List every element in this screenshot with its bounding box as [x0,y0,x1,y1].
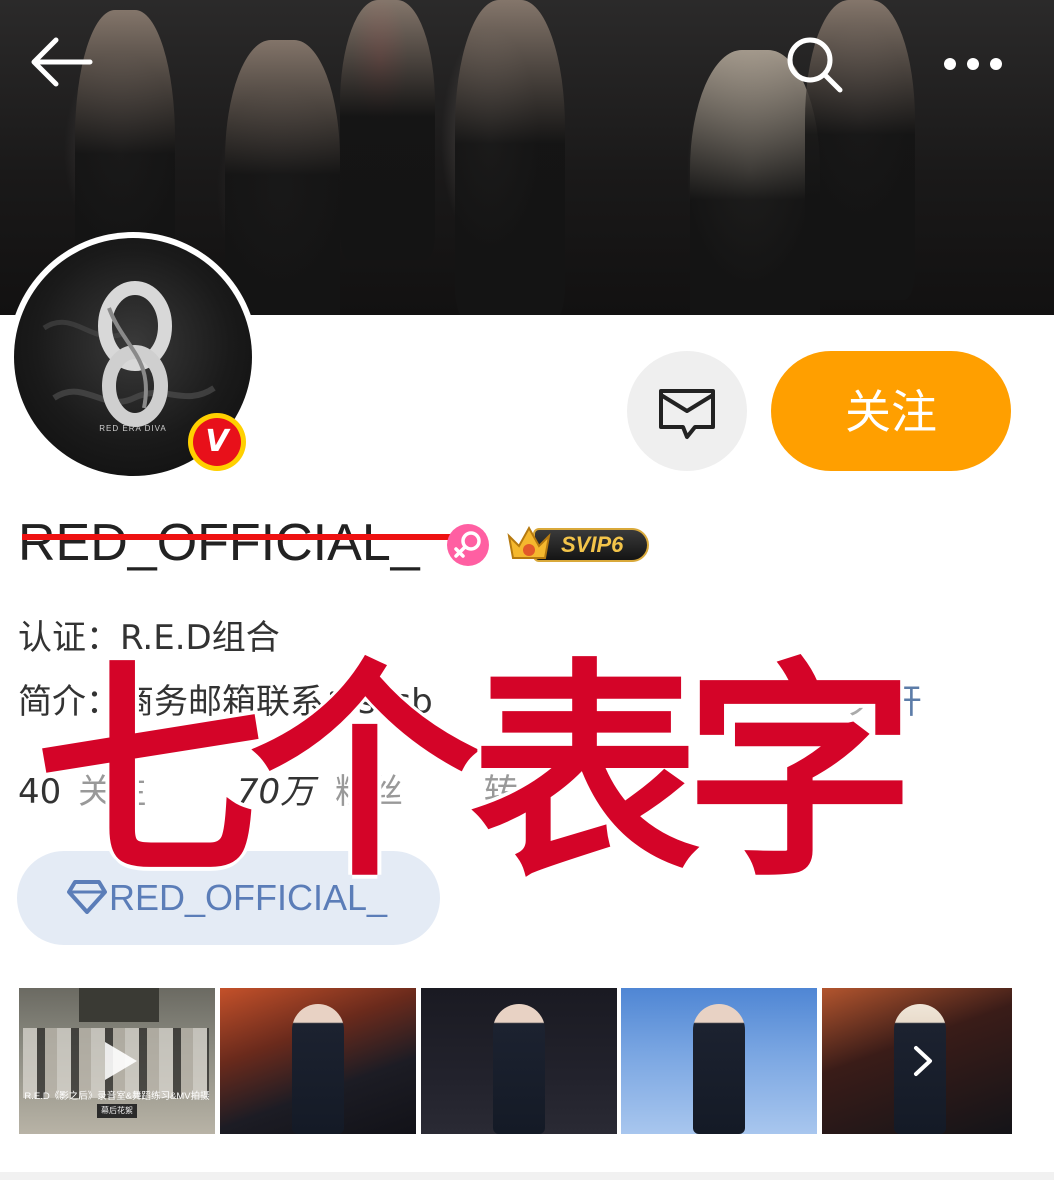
verified-badge-icon: V [188,413,246,471]
username: RED_OFFICIAL_ [18,514,420,572]
follow-button[interactable]: 关注 [771,351,1011,471]
play-icon [105,1042,137,1080]
arrow-left-icon[interactable] [26,34,94,90]
overlay-char: 字 [685,641,916,908]
media-thumbnail[interactable] [621,988,817,1134]
thumb-subcaption: 幕后花絮 [97,1104,137,1118]
media-thumbnail[interactable] [220,988,416,1134]
thumb-sign [79,988,159,1022]
redaction-line [22,534,452,540]
more-horizontal-icon[interactable] [942,54,1004,74]
thumb-person [493,1004,545,1134]
followers-label: 粉丝 [334,772,403,812]
followers-count[interactable]: 70万 [237,772,314,812]
thumb-person [693,1004,745,1134]
chevron-right-icon[interactable] [908,1044,938,1078]
fan-group-button[interactable]: RED_OFFICIAL_ [17,851,440,945]
media-thumbnail[interactable] [822,988,1012,1134]
section-divider [0,1172,1054,1180]
stats-row: 40 关注 70万 粉丝 转 [18,770,518,814]
mail-icon [659,389,715,439]
thumb-caption: R.E.D《影之后》录音室&舞蹈练习&MV拍摄 [24,1091,210,1102]
reposts-label: 转 [483,772,518,812]
media-thumbnail-video[interactable]: R.E.D《影之后》录音室&舞蹈练习&MV拍摄 幕后花絮 [19,988,215,1134]
thumb-person [292,1004,344,1134]
following-count[interactable]: 40 [18,772,61,812]
crown-icon [507,525,551,559]
diamond-icon [67,880,107,914]
verification-text: 认证：R.E.D组合 [18,618,280,658]
cover-figure [340,0,435,260]
cover-figure [455,0,565,315]
svip-badge[interactable]: SVIP6 [505,522,650,566]
following-label: 关注 [78,772,147,812]
search-icon[interactable] [784,34,846,96]
expand-link[interactable]: 开 [888,680,922,724]
cover-figure [225,40,340,315]
media-thumbnail[interactable] [421,988,617,1134]
bio-tail: ッ [840,682,874,722]
fan-group-label: RED_OFFICIAL_ [109,877,388,918]
message-button[interactable] [627,351,747,471]
bio-text[interactable]: 简介：商务邮箱联系：sssb [18,680,433,724]
female-icon [447,524,489,566]
